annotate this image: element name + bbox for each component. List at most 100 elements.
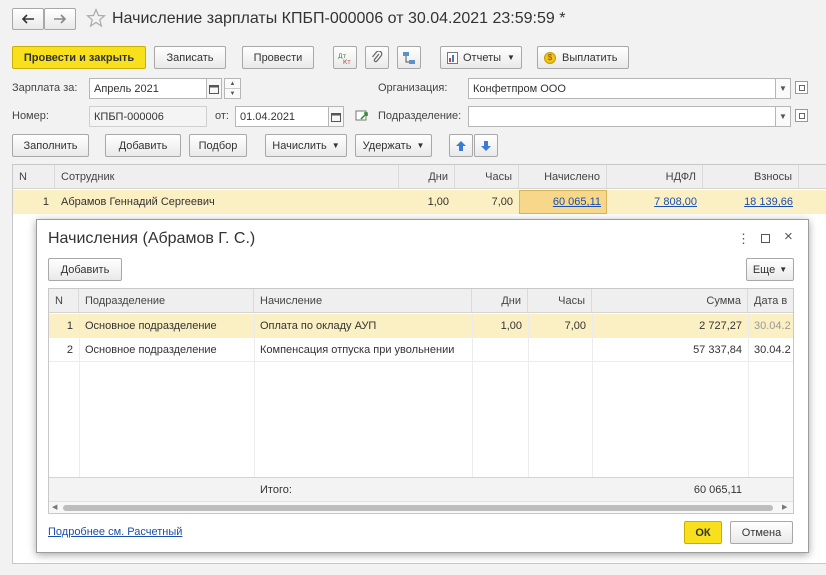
- col-accrued[interactable]: Начислено: [519, 165, 607, 188]
- post-button[interactable]: Провести: [242, 46, 314, 69]
- accruals-table: N Подразделение Начисление Дни Часы Сумм…: [48, 288, 794, 514]
- col-hours[interactable]: Часы: [455, 165, 519, 188]
- dept-dropdown-button[interactable]: ▼: [775, 106, 791, 127]
- totals-label: Итого:: [260, 483, 292, 496]
- horizontal-scrollbar[interactable]: ◀ ▶: [49, 501, 793, 513]
- dialog-add-button[interactable]: Добавить: [48, 258, 122, 281]
- chevron-down-icon: ▼: [507, 53, 515, 62]
- scroll-right-icon[interactable]: ▶: [782, 503, 787, 511]
- add-button[interactable]: Добавить: [105, 134, 181, 157]
- attach-button[interactable]: [365, 46, 389, 69]
- column-divider: [472, 313, 473, 483]
- dt-kt-button[interactable]: Дт Кт: [333, 46, 357, 69]
- row-date: 30.04.2: [754, 320, 791, 332]
- table-header: N Сотрудник Дни Часы Начислено НДФЛ Взно…: [13, 165, 826, 189]
- column-divider: [528, 313, 529, 483]
- back-button[interactable]: [12, 8, 44, 30]
- open-link-icon[interactable]: [795, 109, 808, 122]
- pay-button[interactable]: $ Выплатить: [537, 46, 629, 69]
- col-accrual[interactable]: Начисление: [254, 289, 472, 312]
- move-up-button[interactable]: [449, 134, 473, 157]
- row-contrib-link[interactable]: 18 139,66: [703, 190, 799, 214]
- spin-down-icon[interactable]: ▼: [225, 89, 240, 99]
- row-accrued-link[interactable]: 60 065,11: [519, 190, 607, 214]
- row-ndfl-link[interactable]: 7 808,00: [607, 190, 703, 214]
- favorite-star-icon[interactable]: [85, 7, 107, 31]
- date-field[interactable]: 01.04.2021: [235, 106, 329, 127]
- col-sum[interactable]: Сумма: [592, 289, 748, 312]
- table-row[interactable]: 1 Абрамов Геннадий Сергеевич 1,00 7,00 6…: [13, 190, 826, 214]
- period-spinner[interactable]: ▲ ▼: [224, 78, 241, 99]
- post-and-close-button[interactable]: Провести и закрыть: [12, 46, 146, 69]
- arrow-up-icon: [456, 140, 466, 151]
- dialog-more-button[interactable]: Еще ▼: [746, 258, 794, 281]
- reports-menu-button[interactable]: Отчеты ▼: [440, 46, 522, 69]
- col-employee[interactable]: Сотрудник: [55, 165, 399, 188]
- department-field[interactable]: [468, 106, 776, 127]
- scroll-thumb[interactable]: [63, 505, 773, 511]
- row-dept: Основное подразделение: [85, 343, 217, 356]
- dialog-title: Начисления (Абрамов Г. С.): [48, 230, 256, 247]
- chevron-down-icon: ▼: [779, 265, 788, 274]
- col-date[interactable]: Дата в: [748, 289, 793, 312]
- table-row[interactable]: 1 Основное подразделение Оплата по оклад…: [49, 314, 793, 338]
- pay-label: Выплатить: [562, 51, 618, 64]
- page-title: Начисление зарплаты КПБП-000006 от 30.04…: [112, 10, 566, 27]
- col-n[interactable]: N: [49, 289, 79, 312]
- row-dept: Основное подразделение: [85, 320, 217, 332]
- date-calendar-button[interactable]: [328, 106, 344, 127]
- org-dropdown-button[interactable]: ▼: [775, 78, 791, 99]
- salary-period-field[interactable]: Апрель 2021: [89, 78, 207, 99]
- totals-row: Итого: 60 065,11: [49, 477, 793, 501]
- col-n[interactable]: N: [13, 165, 55, 188]
- save-button[interactable]: Записать: [154, 46, 226, 69]
- row-days: 1,00: [500, 320, 522, 332]
- row-days: 1,00: [427, 196, 449, 208]
- withhold-menu-button[interactable]: Удержать ▼: [355, 134, 432, 157]
- date-label: от:: [215, 110, 229, 122]
- row-accrual: Компенсация отпуска при увольнении: [260, 343, 455, 356]
- reports-label: Отчеты: [463, 51, 502, 64]
- row-n: 1: [66, 320, 73, 332]
- maximize-icon[interactable]: [761, 234, 770, 243]
- structure-button[interactable]: [397, 46, 421, 69]
- col-days[interactable]: Дни: [399, 165, 455, 188]
- close-icon[interactable]: ×: [784, 228, 793, 245]
- col-ndfl[interactable]: НДФЛ: [607, 165, 703, 188]
- calendar-icon: [331, 112, 341, 122]
- arrow-left-icon: [21, 14, 34, 24]
- more-label: Еще: [752, 263, 776, 276]
- col-hours[interactable]: Часы: [528, 289, 592, 312]
- accrue-menu-button[interactable]: Начислить ▼: [265, 134, 347, 157]
- select-button[interactable]: Подбор: [189, 134, 247, 157]
- details-link[interactable]: Подробнее см. Расчетный: [48, 526, 182, 538]
- calendar-button[interactable]: [206, 78, 222, 99]
- move-down-button[interactable]: [474, 134, 498, 157]
- column-divider: [748, 313, 749, 483]
- organization-field[interactable]: Конфетпром ООО: [468, 78, 776, 99]
- paperclip-icon: [372, 50, 383, 62]
- accrue-label: Начислить: [272, 139, 327, 152]
- col-days[interactable]: Дни: [472, 289, 528, 312]
- forward-button[interactable]: [44, 8, 76, 30]
- calendar-icon: [209, 84, 219, 94]
- row-sum: 57 337,84: [693, 343, 742, 356]
- org-label: Организация:: [378, 82, 448, 94]
- fill-button[interactable]: Заполнить: [12, 134, 89, 157]
- spin-up-icon[interactable]: ▲: [225, 79, 240, 89]
- col-dept[interactable]: Подразделение: [79, 289, 254, 312]
- number-label: Номер:: [12, 110, 49, 122]
- table-row[interactable]: 2 Основное подразделение Компенсация отп…: [49, 338, 793, 362]
- arrow-right-icon: [54, 14, 67, 24]
- ok-button[interactable]: ОК: [684, 521, 722, 544]
- row-employee: Абрамов Геннадий Сергеевич: [61, 196, 215, 208]
- number-field[interactable]: КПБП-000006: [89, 106, 207, 127]
- scroll-left-icon[interactable]: ◀: [52, 503, 57, 511]
- coin-icon: $: [544, 51, 556, 64]
- more-vertical-icon[interactable]: ⋮: [737, 231, 750, 247]
- col-contrib[interactable]: Взносы: [703, 165, 799, 188]
- cancel-button[interactable]: Отмена: [730, 521, 793, 544]
- open-link-icon[interactable]: [795, 81, 808, 94]
- set-date-icon[interactable]: [355, 109, 369, 126]
- row-hours: 7,00: [564, 320, 586, 332]
